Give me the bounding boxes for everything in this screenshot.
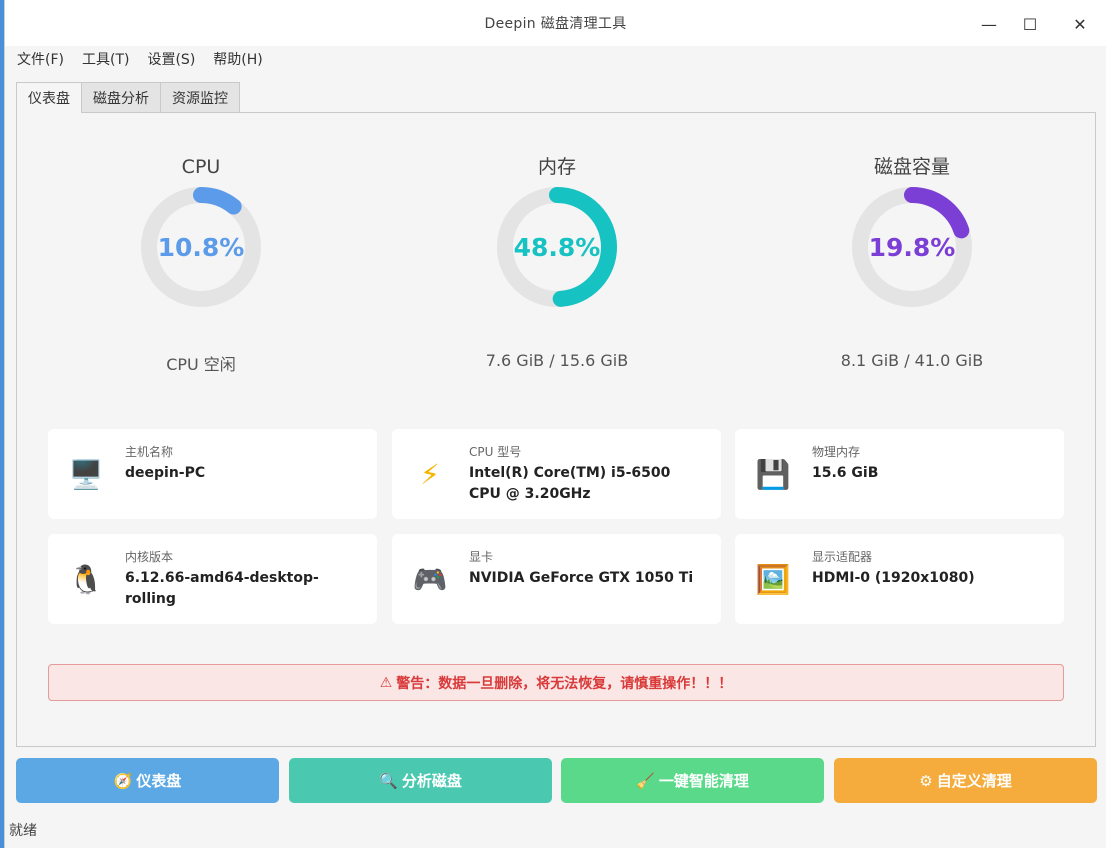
cpu-gauge: CPU 10.8% CPU 空闲 xyxy=(81,153,321,375)
menu-bar: 文件(F) 工具(T) 设置(S) 帮助(H) xyxy=(5,46,1106,72)
tab-bar: 仪表盘 磁盘分析 资源监控 xyxy=(16,82,240,113)
warning-icon: ⚠ xyxy=(379,674,393,691)
card-value: HDMI-0 (1920x1080) xyxy=(812,570,975,586)
card-cpu-model: ⚡ CPU 型号 Intel(R) Core(TM) i5-6500 CPU @… xyxy=(392,429,721,519)
action-bar: 🧭 仪表盘 🔍 分析磁盘 🧹 一键智能清理 ⚙ 自定义清理 xyxy=(16,758,1097,803)
maximize-icon: ☐ xyxy=(1022,14,1038,34)
minimize-button[interactable]: — xyxy=(975,10,1003,38)
computer-icon: 🖥️ xyxy=(68,458,104,491)
lightning-icon: ⚡ xyxy=(420,458,440,491)
framed-picture-icon: 🖼️ xyxy=(755,563,791,596)
close-button[interactable]: ✕ xyxy=(1066,10,1094,38)
gauge-subtitle: 8.1 GiB / 41.0 GiB xyxy=(840,351,984,370)
analyze-disk-button[interactable]: 🔍 分析磁盘 xyxy=(289,758,552,803)
menu-tools[interactable]: 工具(T) xyxy=(80,47,131,71)
button-label: 仪表盘 xyxy=(136,772,182,790)
gamepad-icon: 🎮 xyxy=(412,563,448,596)
dashboard-panel: CPU 10.8% CPU 空闲 内存 48.8% 7.6 GiB / 15.6… xyxy=(16,112,1096,747)
card-label: 内核版本 xyxy=(125,550,174,564)
card-label: 主机名称 xyxy=(125,445,174,459)
tab-resource-monitor[interactable]: 资源监控 xyxy=(160,82,240,112)
menu-help[interactable]: 帮助(H) xyxy=(211,47,264,71)
title-bar: Deepin 磁盘清理工具 — ☐ ✕ xyxy=(5,0,1106,46)
penguin-icon: 🐧 xyxy=(68,563,104,596)
card-hostname: 🖥️ 主机名称 deepin-PC xyxy=(48,429,377,519)
broom-icon: 🧹 xyxy=(636,771,655,790)
memory-gauge: 内存 48.8% 7.6 GiB / 15.6 GiB xyxy=(437,153,677,370)
card-physical-memory: 💾 物理内存 15.6 GiB xyxy=(735,429,1064,519)
gauge-subtitle: 7.6 GiB / 15.6 GiB xyxy=(485,351,629,370)
gauge-subtitle: CPU 空闲 xyxy=(166,355,236,374)
status-bar: 就绪 xyxy=(9,823,37,839)
button-label: 分析磁盘 xyxy=(401,772,462,790)
warning-text: 警告：数据一旦删除，将无法恢复，请慎重操作！！！ xyxy=(396,675,733,692)
floppy-disk-icon: 💾 xyxy=(755,458,791,491)
custom-clean-button[interactable]: ⚙ 自定义清理 xyxy=(834,758,1097,803)
gauge-title: CPU xyxy=(181,156,221,178)
card-value: 6.12.66-amd64-desktop-rolling xyxy=(125,570,319,607)
close-icon: ✕ xyxy=(1073,14,1087,34)
analyze-icon: 🔍 xyxy=(379,771,398,790)
card-graphics: 🎮 显卡 NVIDIA GeForce GTX 1050 Ti xyxy=(392,534,721,624)
window-title: Deepin 磁盘清理工具 xyxy=(484,16,627,32)
gauge-value: 19.8% xyxy=(869,233,956,262)
gauge-value: 10.8% xyxy=(158,233,245,262)
memory-gauge-ring: 48.8% xyxy=(497,187,617,307)
maximize-button[interactable]: ☐ xyxy=(1016,10,1044,38)
card-label: 显示适配器 xyxy=(812,550,873,564)
card-label: 物理内存 xyxy=(812,445,861,459)
smart-clean-button[interactable]: 🧹 一键智能清理 xyxy=(561,758,824,803)
minimize-icon: — xyxy=(981,14,997,34)
card-value: deepin-PC xyxy=(125,465,206,481)
card-label: CPU 型号 xyxy=(469,445,522,459)
card-display-adapter: 🖼️ 显示适配器 HDMI-0 (1920x1080) xyxy=(735,534,1064,624)
card-value: Intel(R) Core(TM) i5-6500 CPU @ 3.20GHz xyxy=(469,465,671,502)
warning-banner: ⚠ 警告：数据一旦删除，将无法恢复，请慎重操作！！！ xyxy=(48,664,1064,701)
button-label: 自定义清理 xyxy=(936,772,1012,790)
card-label: 显卡 xyxy=(469,550,494,564)
card-value: 15.6 GiB xyxy=(812,465,879,481)
dashboard-icon: 🧭 xyxy=(113,771,133,790)
tab-disk-analysis[interactable]: 磁盘分析 xyxy=(81,82,161,112)
card-value: NVIDIA GeForce GTX 1050 Ti xyxy=(469,570,694,586)
button-label: 一键智能清理 xyxy=(658,772,749,790)
gear-icon: ⚙ xyxy=(919,771,933,790)
disk-gauge-ring: 19.8% xyxy=(852,187,972,307)
card-kernel-version: 🐧 内核版本 6.12.66-amd64-desktop-rolling xyxy=(48,534,377,624)
gauge-title: 内存 xyxy=(537,156,576,178)
app-window: Deepin 磁盘清理工具 — ☐ ✕ 文件(F) 工具(T) 设置(S) 帮助… xyxy=(4,0,1106,848)
gauge-value: 48.8% xyxy=(514,233,601,262)
tab-dashboard[interactable]: 仪表盘 xyxy=(16,82,82,113)
menu-file[interactable]: 文件(F) xyxy=(15,47,66,71)
dashboard-button[interactable]: 🧭 仪表盘 xyxy=(16,758,279,803)
disk-gauge: 磁盘容量 19.8% 8.1 GiB / 41.0 GiB xyxy=(792,153,1032,370)
cpu-gauge-ring: 10.8% xyxy=(141,187,261,307)
gauge-title: 磁盘容量 xyxy=(873,156,950,178)
menu-settings[interactable]: 设置(S) xyxy=(145,47,197,71)
